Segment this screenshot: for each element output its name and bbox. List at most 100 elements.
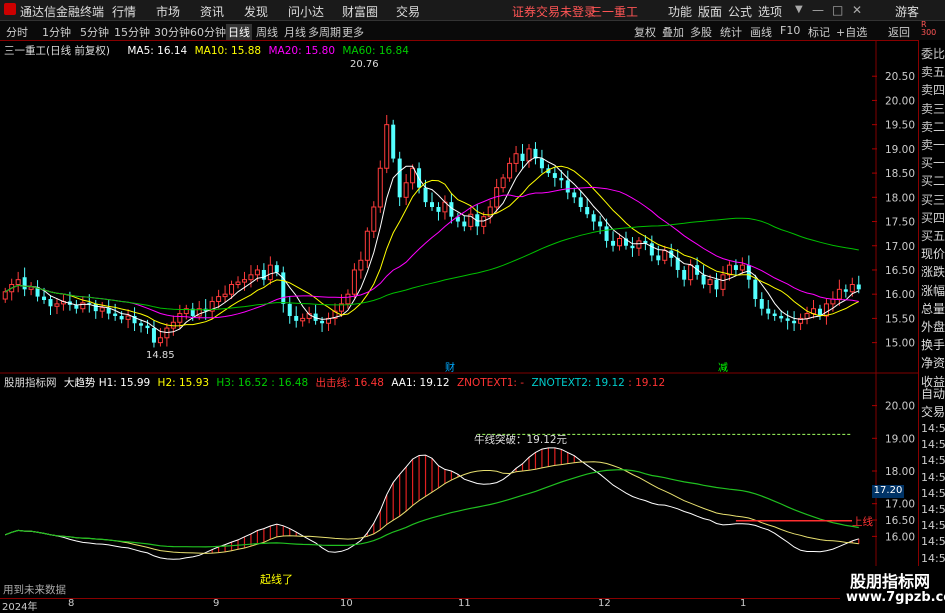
tab-period-30m[interactable]: 30分钟 [154,24,190,40]
candle-body-up [371,206,377,232]
candle-body-down [792,320,797,324]
y-tick-label: 19.50 [885,120,915,132]
chart-area[interactable]: 15.00 15.50 16.00 16.50 17.00 17.50 18.00 18.50… [0,40,918,598]
menu-quotes[interactable]: 行情 [112,3,136,20]
side-item-8: 买三 [921,192,945,207]
close-icon[interactable]: ✕ [852,3,862,17]
candle-body-up [28,286,34,290]
tab-period-daily[interactable]: 日线 [226,24,252,40]
maximize-icon[interactable]: □ [832,3,843,17]
tab-period-weekly[interactable]: 周线 [256,24,278,40]
candle-body-down [856,284,861,290]
side-item-9: 买四 [921,210,945,225]
tab-period-intraday[interactable]: 分时 [6,24,28,40]
start-line-label: 起线了 [260,573,293,586]
candles [2,114,861,348]
minimize-icon[interactable]: — [812,3,824,17]
tab-period-5m[interactable]: 5分钟 [80,24,109,40]
watermark-url: www.7gpzb.com [846,590,945,605]
mark-button[interactable]: 标记 [808,24,830,40]
guest-label[interactable]: 游客 [895,3,919,20]
draw-line-button[interactable]: 画线 [750,24,772,40]
candle-body-up [617,237,623,247]
add-watchlist-button[interactable]: +自选 [836,24,867,40]
candle-body-up [358,259,364,271]
login-status[interactable]: 证券交易未登录 [512,3,596,20]
candle-body-up [15,279,21,285]
tab-period-1m[interactable]: 1分钟 [42,24,71,40]
candle-body-up [241,279,247,283]
candle-body-down [611,240,616,246]
adjust-button[interactable]: 复权 [634,24,656,40]
candle-body-down [22,277,27,290]
candle-body-down [591,214,596,222]
aa1-label: AA1: 19.12 [391,377,450,389]
ma60-line [4,217,859,311]
out-line-label: 出击线: 16.48 [315,377,384,389]
month-aug: 8 [68,598,75,609]
y-tick-label: 20.50 [885,71,915,83]
menu-news[interactable]: 资讯 [200,3,224,20]
y-tick-label: 19.00 [885,144,915,156]
candle-body-down [520,153,525,161]
watermark: 股朋指标网 www.7gpzb.com [840,566,945,609]
candle-body-down [436,207,441,212]
chart-title: 三一重工(日线 前复权) [4,45,111,57]
sub-legend: 股朋指标网 大趋势 H1: 15.99 H2: 15.93 H3: 16.52 … [4,375,665,390]
y-tick-label: 18.50 [885,168,915,180]
candle-body-up [99,307,105,312]
overlay-button[interactable]: 叠加 [662,24,684,40]
side-item-16: 换手 [921,338,945,353]
stats-button[interactable]: 统计 [720,24,742,40]
side-item-3: 卖三 [921,101,945,116]
menu-layout[interactable]: 版面 [698,3,722,20]
candle-body-down [287,303,292,316]
candle-body-down [843,289,848,292]
tab-period-60m[interactable]: 60分钟 [190,24,226,40]
y-tick-label: 16.00 [885,289,915,301]
candle-body-up [662,250,668,261]
menu-options[interactable]: 选项 [758,3,782,20]
menu-trade[interactable]: 交易 [396,3,420,20]
menu-market[interactable]: 市场 [156,3,180,20]
zno2b-label: : 19.12 [628,377,666,389]
candle-body-down [48,299,53,307]
tab-period-more[interactable]: 更多 [342,24,364,40]
candle-body-down [559,177,564,181]
sub-axis: 16.00 16.50 17.00 18.00 19.00 20.00 [872,401,915,543]
side-item-4: 卖二 [921,119,945,134]
candle-body-up [125,315,131,320]
candle-body-up [836,288,842,300]
candle-body-up [267,264,273,281]
menu-ask[interactable]: 问小达 [288,3,324,20]
candle-body-up [80,302,86,310]
candle-body-down [585,207,590,215]
menu-discover[interactable]: 发现 [244,3,268,20]
menu-formula[interactable]: 公式 [728,3,752,20]
ma5-line [4,156,860,334]
candle-body-up [222,293,228,298]
side-item-12: 涨跌 [921,265,945,280]
dropdown-icon[interactable]: ▼ [795,4,803,15]
tab-period-multi[interactable]: 多周期 [308,24,341,40]
ma-lines [4,156,860,334]
menu-wealth[interactable]: 财富圈 [342,3,378,20]
candle-body-down [649,243,654,256]
candle-body-down [145,325,150,329]
candle-body-down [87,302,92,304]
ma20-label: MA20: 15.80 [268,45,336,57]
candle-body-up [345,293,351,305]
multi-stock-button[interactable]: 多股 [690,24,712,40]
candle-body-up [739,264,745,271]
back-button[interactable]: 返回 [888,24,910,40]
ma5-label: MA5: 16.14 [127,45,188,57]
tab-period-15m[interactable]: 15分钟 [114,24,150,40]
menu-function[interactable]: 功能 [668,3,692,20]
tab-period-monthly[interactable]: 月线 [284,24,306,40]
candle-body-up [364,230,370,261]
y-tick-label: 16.50 [885,265,915,277]
candle-body-down [578,197,583,207]
side-item-7: 买二 [921,174,945,189]
zno1-label: ZNOTEXT1: - [456,377,525,389]
f10-button[interactable]: F10 [780,24,800,37]
